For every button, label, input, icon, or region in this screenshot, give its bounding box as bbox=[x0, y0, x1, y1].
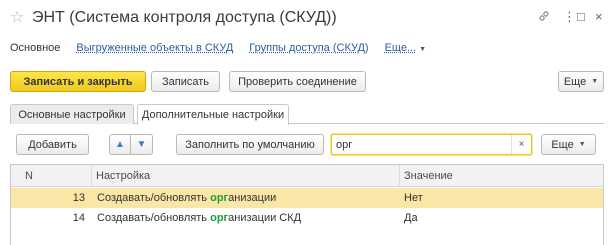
form-tabs: Основные настройки Дополнительные настро… bbox=[10, 104, 604, 125]
nav-tab-exported-objects[interactable]: Выгруженные объекты в СКУД bbox=[76, 42, 233, 54]
row-setting: Создавать/обновлять организации СКД bbox=[97, 208, 301, 228]
nav-tab-access-groups[interactable]: Группы доступа (СКУД) bbox=[249, 42, 368, 54]
more-button[interactable]: Еще ▼ bbox=[558, 71, 604, 92]
column-header-n[interactable]: N bbox=[11, 165, 91, 187]
setting-text: анизации bbox=[228, 192, 277, 204]
nav-more-link[interactable]: Еще... ▼ bbox=[385, 42, 427, 54]
chevron-down-icon: ▼ bbox=[591, 78, 599, 85]
title-bar: ☆ ЭНТ (Система контроля доступа (СКУД)) … bbox=[0, 0, 614, 36]
table-row[interactable]: 14 Создавать/обновлять организации СКД Д… bbox=[11, 208, 603, 228]
table-more-label: Еще bbox=[551, 138, 574, 151]
check-connection-button[interactable]: Проверить соединение bbox=[229, 71, 366, 92]
row-value: Нет bbox=[404, 192, 423, 204]
link-icon-svg bbox=[539, 11, 549, 21]
row-setting: Создавать/обновлять организации bbox=[97, 188, 276, 208]
setting-text: анизации СКД bbox=[228, 212, 302, 224]
save-and-close-button[interactable]: Записать и закрыть bbox=[10, 71, 146, 92]
chevron-down-icon: ▼ bbox=[419, 46, 427, 53]
nav-tab-main[interactable]: Основное bbox=[10, 42, 60, 54]
more-button-label: Еще bbox=[563, 75, 587, 88]
fill-default-button[interactable]: Заполнить по умолчанию bbox=[176, 134, 324, 155]
row-number: 14 bbox=[72, 212, 85, 224]
move-down-button[interactable]: ▼ bbox=[131, 134, 153, 155]
settings-table: N Настройка Значение 13 Создавать/обновл… bbox=[10, 164, 604, 245]
search-highlight: орг bbox=[210, 192, 229, 204]
row-value: Да bbox=[404, 212, 418, 224]
more-menu-icon[interactable]: ⋮ bbox=[563, 9, 576, 25]
setting-text: Создавать/обновлять bbox=[97, 192, 211, 204]
arrow-down-icon: ▼ bbox=[136, 138, 147, 150]
nav-panel: Основное Выгруженные объекты в СКУД Груп… bbox=[10, 38, 442, 58]
row-number: 13 bbox=[72, 192, 85, 204]
search-highlight: орг bbox=[210, 212, 229, 224]
maximize-icon[interactable]: □ bbox=[577, 9, 585, 25]
table-row[interactable]: 13 Создавать/обновлять организации Нет bbox=[11, 188, 603, 208]
tab-extra-settings[interactable]: Дополнительные настройки bbox=[137, 104, 289, 125]
nav-more-label: Еще... bbox=[384, 42, 417, 54]
favorite-star-icon[interactable]: ☆ bbox=[10, 10, 24, 26]
clear-search-icon[interactable]: × bbox=[511, 135, 531, 154]
chevron-down-icon: ▼ bbox=[578, 141, 586, 148]
table-more-button[interactable]: Еще ▼ bbox=[541, 134, 596, 155]
column-header-value[interactable]: Значение bbox=[399, 165, 603, 187]
arrow-up-icon: ▲ bbox=[115, 138, 125, 150]
column-header-setting[interactable]: Настройка bbox=[91, 165, 399, 187]
close-icon[interactable]: × bbox=[595, 9, 603, 25]
search-field[interactable]: × bbox=[331, 134, 532, 155]
tab-basic-settings[interactable]: Основные настройки bbox=[10, 104, 134, 124]
move-up-button[interactable]: ▲ bbox=[109, 134, 131, 155]
table-header: N Настройка Значение bbox=[11, 165, 603, 187]
window-title: ЭНТ (Система контроля доступа (СКУД)) bbox=[32, 9, 337, 26]
setting-text: Создавать/обновлять bbox=[97, 212, 211, 224]
add-button[interactable]: Добавить bbox=[16, 134, 89, 155]
save-button[interactable]: Записать bbox=[151, 71, 220, 92]
link-icon[interactable] bbox=[537, 9, 551, 27]
search-input[interactable] bbox=[332, 135, 512, 154]
